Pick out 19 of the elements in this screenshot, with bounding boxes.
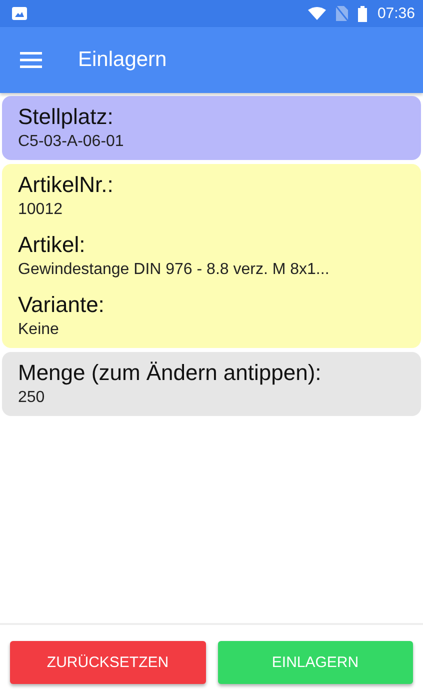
screen-title: Einlagern (78, 48, 167, 72)
field-label: Variante: (18, 292, 106, 318)
field-value: 10012 (18, 201, 64, 219)
info-card[interactable]: Menge (zum Ändern antippen): 250 (2, 352, 421, 416)
field-label: Menge (zum Ändern antippen): (18, 360, 322, 386)
menu-icon[interactable] (20, 52, 42, 68)
field-label: Artikel: (18, 232, 86, 258)
clock-time: 07:36 (377, 5, 415, 22)
field-value: Gewindestange DIN 976 - 8.8 verz. M 8x1... (18, 261, 330, 279)
image-icon (12, 7, 27, 20)
field-value: Keine (18, 321, 60, 339)
reset-button[interactable]: ZURÜCKSETZEN (10, 641, 206, 684)
wifi-icon (308, 7, 326, 20)
battery-icon (358, 6, 368, 22)
field-label: Stellplatz: (18, 104, 114, 130)
no-sim-icon (336, 6, 348, 21)
field-label: ArtikelNr.: (18, 172, 114, 198)
field-value: C5-03-A-06-01 (18, 133, 125, 151)
field-value: 250 (18, 389, 46, 407)
